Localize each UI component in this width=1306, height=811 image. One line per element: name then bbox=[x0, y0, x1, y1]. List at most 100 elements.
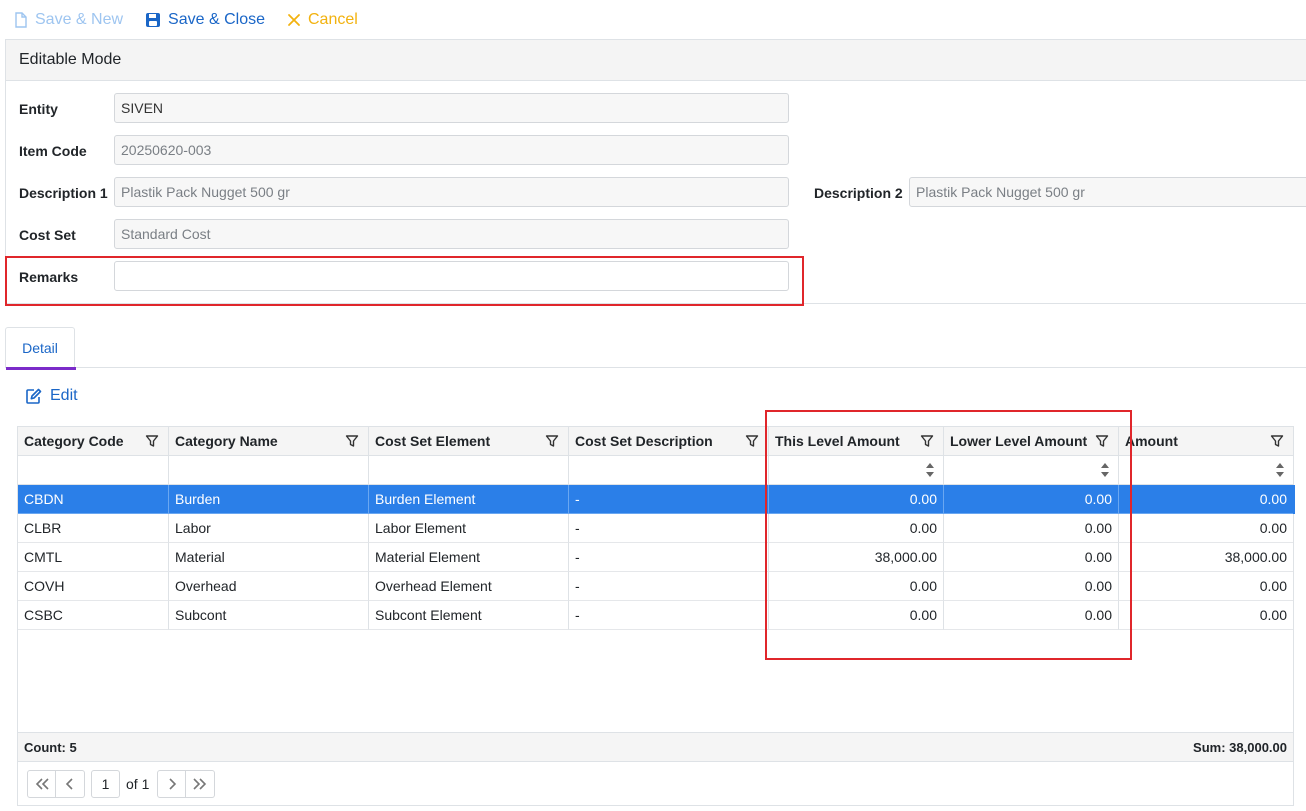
tab-active-indicator bbox=[6, 367, 76, 370]
edit-label: Edit bbox=[50, 387, 78, 404]
filter-icon[interactable] bbox=[920, 434, 934, 448]
description1-label: Description 1 bbox=[19, 185, 108, 201]
entity-field[interactable] bbox=[114, 93, 789, 123]
column-header-category-name[interactable]: Category Name bbox=[169, 427, 369, 456]
column-header-this-level-amount[interactable]: This Level Amount bbox=[769, 427, 944, 456]
cell-amount: 0.00 bbox=[1119, 485, 1293, 514]
toolbar: Save & New Save & Close Cancel bbox=[0, 0, 1306, 40]
filter-cell-lower-level-amount[interactable] bbox=[944, 456, 1119, 485]
cell-this-level-amount: 0.00 bbox=[769, 572, 944, 601]
filter-cell-cost-set-element[interactable] bbox=[369, 456, 569, 485]
cell-cost-set-description: - bbox=[569, 601, 769, 630]
table-row[interactable]: CLBR Labor Labor Element - 0.00 0.00 0.0… bbox=[18, 514, 1295, 543]
cell-cost-set-element: Burden Element bbox=[369, 485, 569, 514]
table-row[interactable]: CMTL Material Material Element - 38,000.… bbox=[18, 543, 1295, 572]
file-icon bbox=[15, 12, 27, 28]
cell-this-level-amount: 0.00 bbox=[769, 514, 944, 543]
first-page-button[interactable] bbox=[27, 769, 56, 798]
spinner-icon[interactable] bbox=[1100, 460, 1110, 480]
column-header-label: This Level Amount bbox=[775, 433, 900, 449]
cell-category-name: Subcont bbox=[169, 601, 369, 630]
table-row[interactable]: CSBC Subcont Subcont Element - 0.00 0.00… bbox=[18, 601, 1295, 630]
save-new-label: Save & New bbox=[35, 11, 124, 28]
column-header-label: Amount bbox=[1125, 433, 1178, 449]
description2-field[interactable] bbox=[909, 177, 1306, 207]
tab-detail-label: Detail bbox=[22, 340, 58, 356]
last-page-button[interactable] bbox=[186, 769, 216, 798]
cell-category-code: CSBC bbox=[18, 601, 169, 630]
double-chevron-left-icon bbox=[35, 777, 49, 790]
table-row[interactable]: CBDN Burden Burden Element - 0.00 0.00 0… bbox=[18, 485, 1295, 514]
filter-icon[interactable] bbox=[145, 434, 159, 448]
cell-amount: 0.00 bbox=[1119, 572, 1293, 601]
spinner-icon[interactable] bbox=[1275, 460, 1285, 480]
cell-cost-set-description: - bbox=[569, 485, 769, 514]
cell-lower-level-amount: 0.00 bbox=[944, 572, 1119, 601]
cell-category-code: CLBR bbox=[18, 514, 169, 543]
save-close-label: Save & Close bbox=[168, 11, 265, 28]
chevron-right-icon bbox=[169, 777, 176, 790]
filter-cell-category-name[interactable] bbox=[169, 456, 369, 485]
filter-cell-amount[interactable] bbox=[1119, 456, 1293, 485]
next-page-button[interactable] bbox=[157, 769, 187, 798]
cell-amount: 0.00 bbox=[1119, 601, 1293, 630]
edit-icon bbox=[26, 388, 42, 404]
column-header-label: Cost Set Description bbox=[575, 433, 713, 449]
column-header-lower-level-amount[interactable]: Lower Level Amount bbox=[944, 427, 1119, 456]
row-count: Count: 5 bbox=[24, 739, 77, 755]
filter-cell-category-code[interactable] bbox=[18, 456, 169, 485]
column-header-label: Lower Level Amount bbox=[950, 433, 1088, 449]
cell-cost-set-description: - bbox=[569, 514, 769, 543]
column-header-cost-set-element[interactable]: Cost Set Element bbox=[369, 427, 569, 456]
cell-cost-set-description: - bbox=[569, 572, 769, 601]
column-header-label: Category Name bbox=[175, 433, 278, 449]
cell-cost-set-element: Labor Element bbox=[369, 514, 569, 543]
column-header-cost-set-description[interactable]: Cost Set Description bbox=[569, 427, 769, 456]
edit-button[interactable]: Edit bbox=[25, 387, 78, 405]
cell-category-name: Overhead bbox=[169, 572, 369, 601]
cancel-button[interactable]: Cancel bbox=[287, 11, 358, 29]
cell-category-code: CBDN bbox=[18, 485, 169, 514]
detail-grid: Category Code Category Name Cost Set Ele… bbox=[17, 426, 1295, 762]
prev-page-button[interactable] bbox=[56, 769, 85, 798]
page-count-label: of 1 bbox=[126, 775, 150, 792]
cell-this-level-amount: 38,000.00 bbox=[769, 543, 944, 572]
cell-amount: 0.00 bbox=[1119, 514, 1293, 543]
column-header-amount[interactable]: Amount bbox=[1119, 427, 1293, 456]
cell-lower-level-amount: 0.00 bbox=[944, 543, 1119, 572]
cell-this-level-amount: 0.00 bbox=[769, 485, 944, 514]
filter-icon[interactable] bbox=[1270, 434, 1284, 448]
save-close-button[interactable]: Save & Close bbox=[145, 11, 265, 29]
column-header-label: Cost Set Element bbox=[375, 433, 491, 449]
cell-cost-set-element: Subcont Element bbox=[369, 601, 569, 630]
filter-icon[interactable] bbox=[1095, 434, 1109, 448]
filter-cell-this-level-amount[interactable] bbox=[769, 456, 944, 485]
description1-field[interactable] bbox=[114, 177, 789, 207]
remarks-label: Remarks bbox=[19, 269, 79, 285]
filter-cell-cost-set-description[interactable] bbox=[569, 456, 769, 485]
cell-cost-set-element: Overhead Element bbox=[369, 572, 569, 601]
column-header-label: Category Code bbox=[24, 433, 124, 449]
chevron-left-icon bbox=[65, 777, 73, 790]
table-row[interactable]: COVH Overhead Overhead Element - 0.00 0.… bbox=[18, 572, 1295, 601]
filter-icon[interactable] bbox=[345, 434, 359, 448]
cell-category-name: Burden bbox=[169, 485, 369, 514]
page-number-input[interactable] bbox=[91, 769, 120, 798]
grid-footer: Count: 5 Sum: 38,000.00 bbox=[18, 732, 1293, 761]
cell-cost-set-description: - bbox=[569, 543, 769, 572]
column-header-category-code[interactable]: Category Code bbox=[18, 427, 169, 456]
cost-set-field[interactable] bbox=[114, 219, 789, 249]
cell-lower-level-amount: 0.00 bbox=[944, 514, 1119, 543]
save-new-button[interactable]: Save & New bbox=[14, 11, 123, 29]
tab-detail[interactable]: Detail bbox=[5, 327, 76, 370]
cancel-label: Cancel bbox=[307, 11, 358, 28]
filter-icon[interactable] bbox=[745, 434, 759, 448]
cell-category-name: Material bbox=[169, 543, 369, 572]
item-code-field[interactable] bbox=[114, 135, 789, 165]
cell-amount: 38,000.00 bbox=[1119, 543, 1293, 572]
filter-icon[interactable] bbox=[545, 434, 559, 448]
item-code-label: Item Code bbox=[19, 143, 87, 159]
spinner-icon[interactable] bbox=[925, 460, 935, 480]
cell-lower-level-amount: 0.00 bbox=[944, 485, 1119, 514]
remarks-input[interactable] bbox=[114, 261, 789, 291]
